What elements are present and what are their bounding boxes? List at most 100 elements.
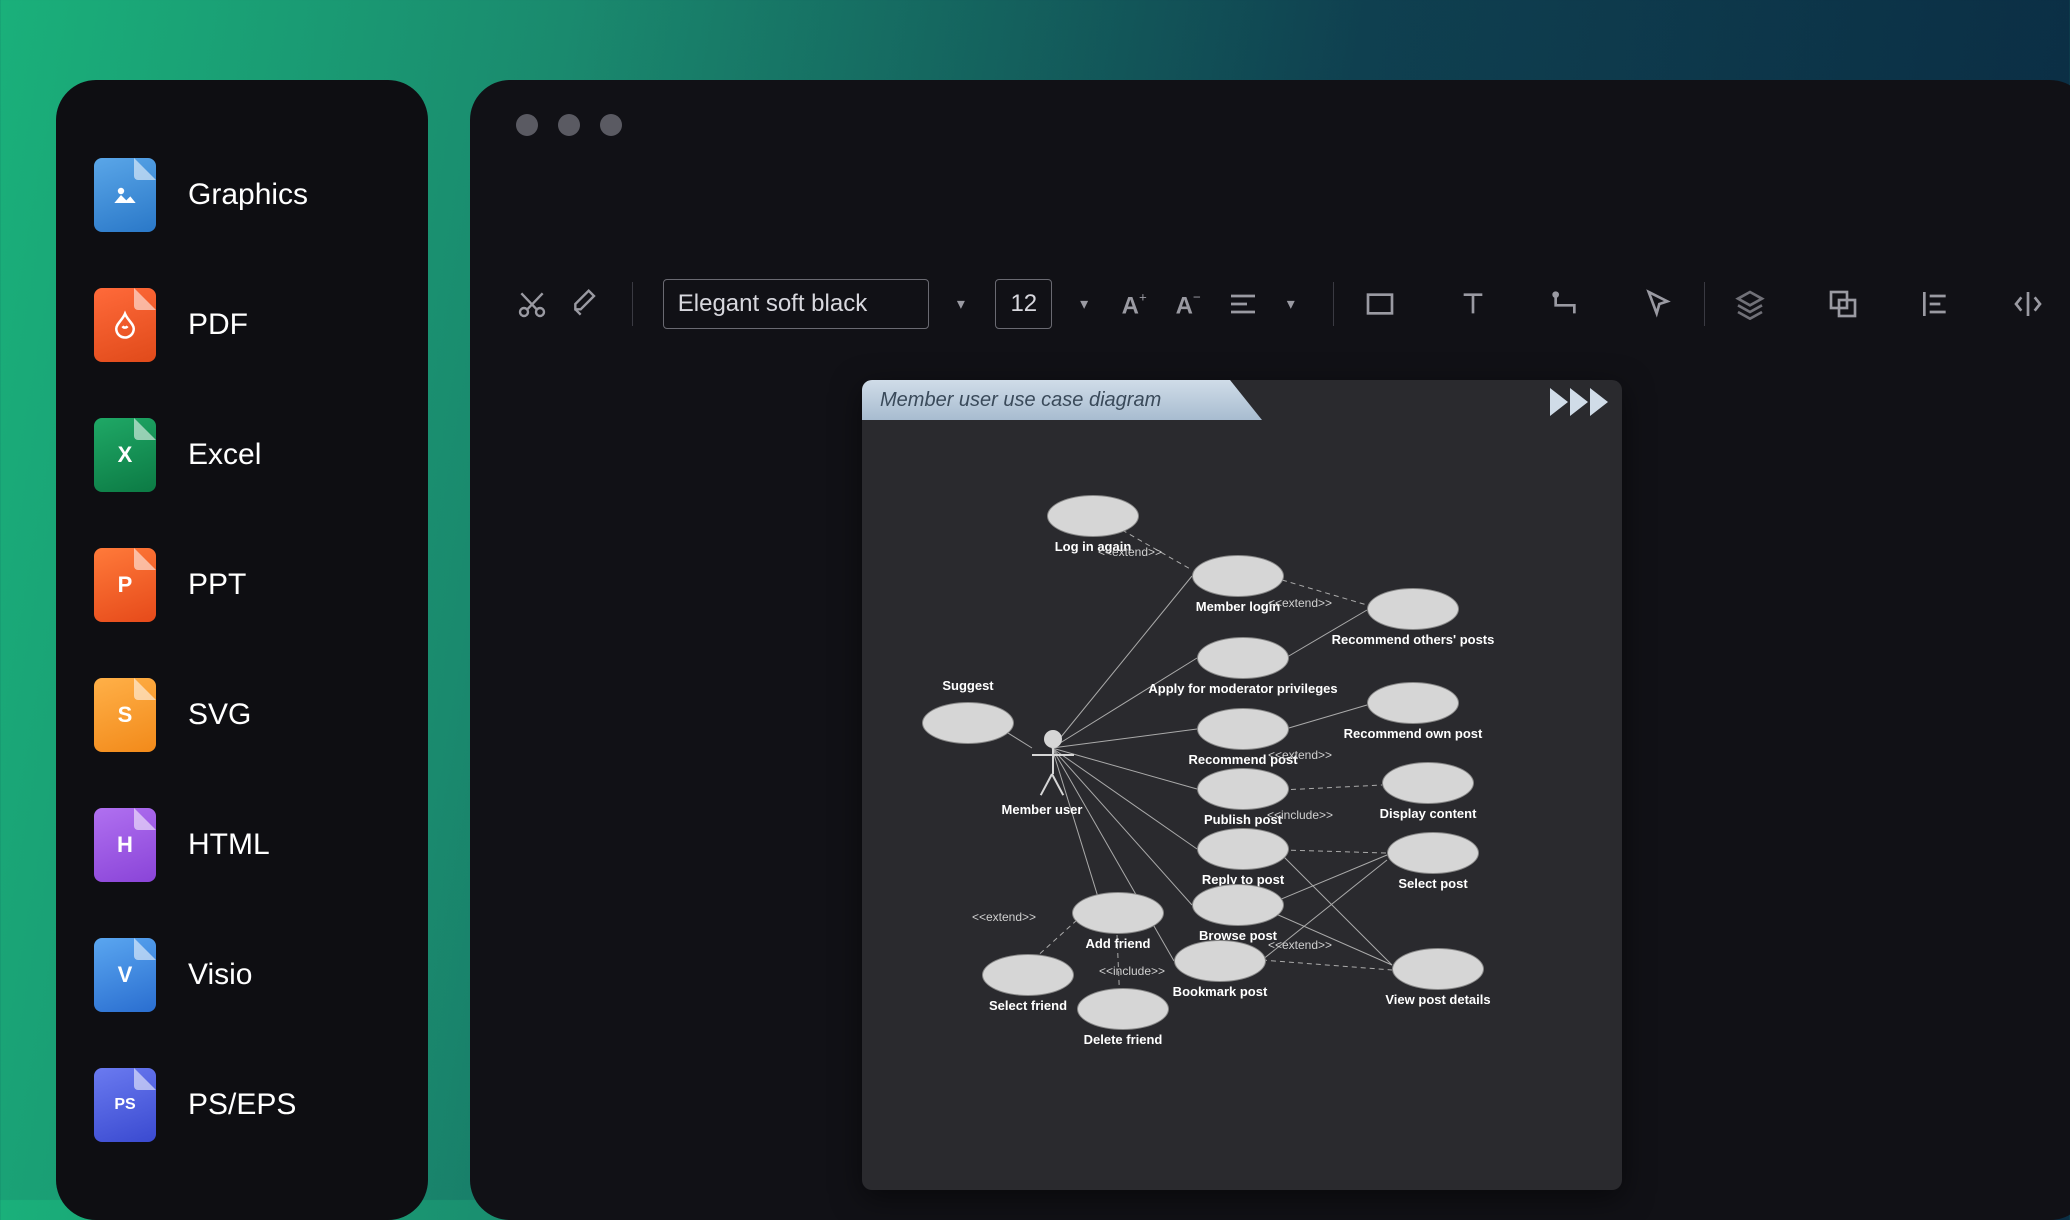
export-format-label: Visio: [188, 958, 252, 992]
export-format-label: PDF: [188, 308, 248, 342]
svg-text:−: −: [1193, 289, 1201, 304]
usecase-bookmark[interactable]: [1174, 940, 1266, 982]
connector-lines: [862, 430, 1622, 1190]
diagram-area[interactable]: Member userLog in againMember loginRecom…: [862, 430, 1622, 1190]
usecase-label: Display content: [1380, 806, 1477, 821]
file-pseps-icon: PS: [94, 1068, 156, 1142]
window-controls: [470, 80, 2070, 136]
usecase-rec_own[interactable]: [1367, 682, 1459, 724]
usecase-label: Bookmark post: [1173, 984, 1268, 999]
usecase-rec_post[interactable]: [1197, 708, 1289, 750]
decrease-font-icon[interactable]: A−: [1173, 286, 1205, 322]
file-pdf-icon: [94, 288, 156, 362]
format-painter-icon[interactable]: [570, 286, 602, 322]
svg-text:A: A: [1175, 292, 1192, 319]
export-format-ppt[interactable]: P PPT: [94, 520, 428, 650]
window-dot[interactable]: [516, 114, 538, 136]
editor-window: Elegant soft black ▾ 12 ▾ A+ A− ▾: [470, 80, 2070, 1220]
window-dot[interactable]: [558, 114, 580, 136]
nav-arrows-icon[interactable]: [1550, 388, 1608, 416]
export-format-sidebar: GraphicsPDFXExcelPPPTSSVGHHTMLVVisioPSPS…: [56, 80, 428, 1220]
cut-icon[interactable]: [516, 286, 548, 322]
toolbar: Elegant soft black ▾ 12 ▾ A+ A− ▾: [470, 270, 2070, 338]
actor-member-user[interactable]: [1032, 730, 1074, 774]
pointer-icon[interactable]: [1642, 286, 1674, 322]
export-format-label: PPT: [188, 568, 246, 602]
export-format-label: PS/EPS: [188, 1088, 296, 1122]
usecase-member_login[interactable]: [1192, 555, 1284, 597]
toolbar-separator: [1704, 282, 1705, 326]
usecase-view_details[interactable]: [1392, 948, 1484, 990]
export-format-excel[interactable]: X Excel: [94, 390, 428, 520]
relation-stereotype: <<include>>: [1099, 964, 1165, 978]
font-select[interactable]: Elegant soft black: [663, 279, 929, 329]
file-visio-icon: V: [94, 938, 156, 1012]
export-format-html[interactable]: H HTML: [94, 780, 428, 910]
usecase-browse[interactable]: [1192, 884, 1284, 926]
chevron-down-icon[interactable]: ▾: [1080, 294, 1097, 314]
usecase-label: Recommend others' posts: [1332, 632, 1495, 647]
relation-stereotype: <<extend>>: [1098, 545, 1162, 559]
file-html-icon: H: [94, 808, 156, 882]
export-format-visio[interactable]: V Visio: [94, 910, 428, 1040]
export-format-pseps[interactable]: PS PS/EPS: [94, 1040, 428, 1170]
chevron-down-icon[interactable]: ▾: [1287, 294, 1304, 314]
relation-stereotype: <<extend>>: [1268, 748, 1332, 762]
usecase-select_post[interactable]: [1387, 832, 1479, 874]
export-format-label: Excel: [188, 438, 261, 472]
export-format-label: HTML: [188, 828, 270, 862]
font-size-select[interactable]: 12: [995, 279, 1052, 329]
usecase-label: Recommend own post: [1344, 726, 1483, 741]
relation-stereotype: <<extend>>: [1268, 596, 1332, 610]
usecase-delete_friend[interactable]: [1077, 988, 1169, 1030]
usecase-suggest[interactable]: [922, 702, 1014, 744]
export-format-svg[interactable]: S SVG: [94, 650, 428, 780]
flip-icon[interactable]: [2012, 286, 2044, 322]
rectangle-icon[interactable]: [1364, 286, 1396, 322]
usecase-select_friend[interactable]: [982, 954, 1074, 996]
diagram-canvas[interactable]: Member user use case diagram: [862, 380, 1622, 1190]
relation-stereotype: <<include>>: [1267, 808, 1333, 822]
usecase-publish[interactable]: [1197, 768, 1289, 810]
relation-stereotype: <<extend>>: [1268, 938, 1332, 952]
usecase-display[interactable]: [1382, 762, 1474, 804]
relation-stereotype: <<extend>>: [972, 910, 1036, 924]
toolbar-separator: [1333, 282, 1334, 326]
usecase-label: View post details: [1385, 992, 1490, 1007]
file-graphics-icon: [94, 158, 156, 232]
file-svg-icon: S: [94, 678, 156, 752]
group-icon[interactable]: [1827, 286, 1859, 322]
connector-icon[interactable]: [1549, 286, 1581, 322]
export-format-label: Graphics: [188, 178, 308, 212]
export-format-label: SVG: [188, 698, 251, 732]
document-title-tab[interactable]: Member user use case diagram: [862, 380, 1262, 420]
usecase-label: Apply for moderator privileges: [1148, 681, 1337, 696]
usecase-label: Select friend: [989, 998, 1067, 1013]
chevron-down-icon[interactable]: ▾: [957, 294, 974, 314]
text-icon[interactable]: [1457, 286, 1489, 322]
usecase-label: Add friend: [1086, 936, 1151, 951]
usecase-label: Delete friend: [1084, 1032, 1163, 1047]
file-ppt-icon: P: [94, 548, 156, 622]
usecase-apply_mod[interactable]: [1197, 637, 1289, 679]
svg-text:+: +: [1139, 289, 1147, 304]
file-excel-icon: X: [94, 418, 156, 492]
usecase-login_again[interactable]: [1047, 495, 1139, 537]
actor-label: Member user: [1002, 802, 1083, 817]
font-value: Elegant soft black: [678, 290, 867, 318]
increase-font-icon[interactable]: A+: [1119, 286, 1151, 322]
layers-icon[interactable]: [1734, 286, 1766, 322]
align-icon[interactable]: [1227, 286, 1259, 322]
toolbar-separator: [632, 282, 633, 326]
usecase-reply[interactable]: [1197, 828, 1289, 870]
svg-text:A: A: [1121, 292, 1138, 319]
usecase-add_friend[interactable]: [1072, 892, 1164, 934]
size-value: 12: [1010, 290, 1037, 318]
export-format-graphics[interactable]: Graphics: [94, 130, 428, 260]
window-dot[interactable]: [600, 114, 622, 136]
export-format-pdf[interactable]: PDF: [94, 260, 428, 390]
document-title: Member user use case diagram: [880, 389, 1161, 412]
usecase-rec_others[interactable]: [1367, 588, 1459, 630]
usecase-label: Suggest: [942, 678, 993, 693]
align-left-icon[interactable]: [1919, 286, 1951, 322]
